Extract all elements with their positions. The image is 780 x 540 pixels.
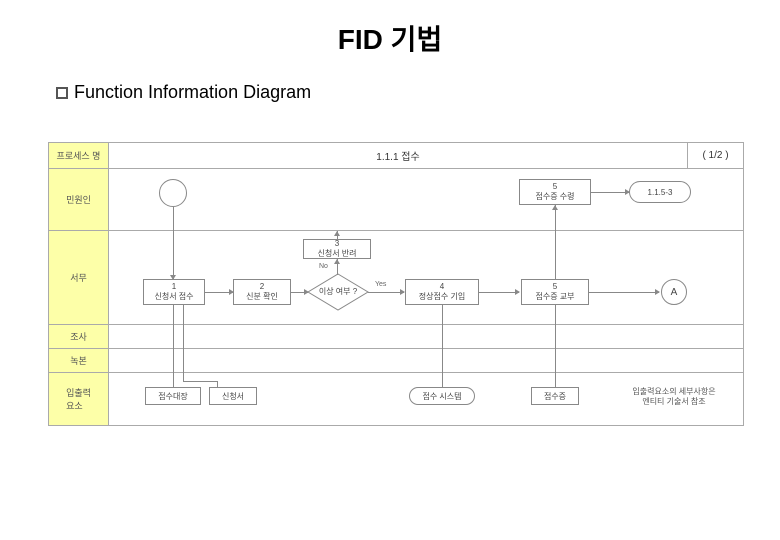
node-txt: 1.1.5-3 xyxy=(648,188,673,197)
lane-5-label: 입출력 요소 xyxy=(49,373,109,425)
header-row: 프로세스 명 1.1.1 접수 ( 1/2 ) xyxy=(49,143,743,169)
lane-2: 서무 1 신청서 접수 2 신분 확인 3 신청서 반려 xyxy=(49,231,743,325)
conn xyxy=(442,349,443,373)
lane-5: 입출력 요소 접수대장 신청서 접수 시스템 접수증 입출력요소의 세부사항은 … xyxy=(49,373,743,425)
conn xyxy=(442,305,443,325)
conn xyxy=(173,231,174,279)
lane-1-body: 5 접수증 수령 1.1.5-3 xyxy=(109,169,743,230)
conn xyxy=(555,231,556,279)
lane-3-label: 조사 xyxy=(49,325,109,348)
lane-2-label: 서무 xyxy=(49,231,109,324)
arrow-right-icon xyxy=(515,289,520,295)
io-ledger: 접수대장 xyxy=(145,387,201,405)
conn xyxy=(173,373,174,387)
box-reject: 3 신청서 반려 xyxy=(303,239,371,259)
page-title: FID 기법 xyxy=(0,0,780,58)
node-txt: 접수증 교부 xyxy=(535,291,574,302)
node-num: 5 xyxy=(553,182,557,191)
lane-4-label: 녹본 xyxy=(49,349,109,372)
io-receipt: 접수증 xyxy=(531,387,579,405)
lane-4-body xyxy=(109,349,743,372)
io-txt: 접수 시스템 xyxy=(422,391,461,402)
header-process-label: 프로세스 명 xyxy=(49,143,109,168)
connector-a-txt: A xyxy=(671,287,678,298)
page-subtitle: Function Information Diagram xyxy=(0,58,780,103)
decision-text: 이상 여부 ? xyxy=(319,288,357,297)
label-yes: Yes xyxy=(375,281,386,288)
conn xyxy=(183,349,184,373)
node-txt: 정상접수 기입 xyxy=(419,291,465,302)
conn xyxy=(173,349,174,373)
node-num: 3 xyxy=(335,239,339,248)
box-normal-record: 4 정상접수 기입 xyxy=(405,279,479,305)
box-ref-115-3: 1.1.5-3 xyxy=(629,181,691,203)
node-txt: 신청서 접수 xyxy=(154,291,193,302)
io-application: 신청서 xyxy=(209,387,257,405)
box-receipt-issue: 5 접수증 교부 xyxy=(521,279,589,305)
box-id-check: 2 신분 확인 xyxy=(233,279,291,305)
box-application-receive: 1 신청서 접수 xyxy=(143,279,205,305)
arrow-right-icon xyxy=(229,289,234,295)
conn xyxy=(183,305,184,325)
arrow-right-icon xyxy=(304,289,309,295)
node-num: 4 xyxy=(440,282,444,291)
conn xyxy=(183,373,184,381)
subtitle-text: Function Information Diagram xyxy=(74,82,311,102)
node-num: 2 xyxy=(260,282,264,291)
lane-4: 녹본 xyxy=(49,349,743,373)
conn xyxy=(555,373,556,387)
node-txt: 신분 확인 xyxy=(246,291,278,302)
arrow-right-icon xyxy=(655,289,660,295)
conn xyxy=(591,192,629,193)
conn xyxy=(173,305,174,325)
io-txt: 접수증 xyxy=(544,391,566,402)
lane-1: 민원인 5 접수증 수령 1.1.5-3 xyxy=(49,169,743,231)
bullet-icon xyxy=(56,87,68,99)
io-system: 접수 시스템 xyxy=(409,387,475,405)
conn xyxy=(183,325,184,349)
conn xyxy=(368,292,404,293)
diagram-canvas: 프로세스 명 1.1.1 접수 ( 1/2 ) 민원인 5 접수증 수령 1.1… xyxy=(48,142,744,426)
io-txt: 신청서 xyxy=(222,391,244,402)
start-circle xyxy=(159,179,187,207)
label-no: No xyxy=(319,263,328,270)
io-note: 입출력요소의 세부사항은 엔티티 기술서 참조 xyxy=(619,387,729,406)
node-num: 5 xyxy=(553,282,557,291)
conn xyxy=(183,381,217,382)
io-txt: 접수대장 xyxy=(158,391,187,402)
conn xyxy=(589,292,659,293)
arrow-up-icon xyxy=(334,259,340,264)
conn xyxy=(442,325,443,349)
header-process-name: 1.1.1 접수 xyxy=(109,143,687,168)
decision-abnormal: 이상 여부 ? xyxy=(307,273,369,311)
lane-5-body: 접수대장 신청서 접수 시스템 접수증 입출력요소의 세부사항은 엔티티 기술서… xyxy=(109,373,743,425)
connector-a: A xyxy=(661,279,687,305)
conn xyxy=(555,325,556,349)
conn xyxy=(479,292,519,293)
arrow-right-icon xyxy=(625,189,630,195)
conn xyxy=(173,325,174,349)
box-receipt-receive: 5 접수증 수령 xyxy=(519,179,591,205)
lane-2-body: 1 신청서 접수 2 신분 확인 3 신청서 반려 이상 여부 ? xyxy=(109,231,743,324)
arrow-up-icon xyxy=(334,231,340,236)
node-txt: 접수증 수령 xyxy=(535,191,574,202)
node-num: 1 xyxy=(172,282,176,291)
header-page: ( 1/2 ) xyxy=(687,143,743,168)
node-txt: 신청서 반려 xyxy=(317,248,356,259)
lane-3: 조사 xyxy=(49,325,743,349)
arrow-down-icon xyxy=(170,275,176,280)
lane-1-label: 민원인 xyxy=(49,169,109,230)
lane-3-body xyxy=(109,325,743,348)
conn xyxy=(442,373,443,387)
conn xyxy=(555,349,556,373)
arrow-up-icon xyxy=(552,205,558,210)
conn xyxy=(555,305,556,325)
conn xyxy=(173,207,174,231)
